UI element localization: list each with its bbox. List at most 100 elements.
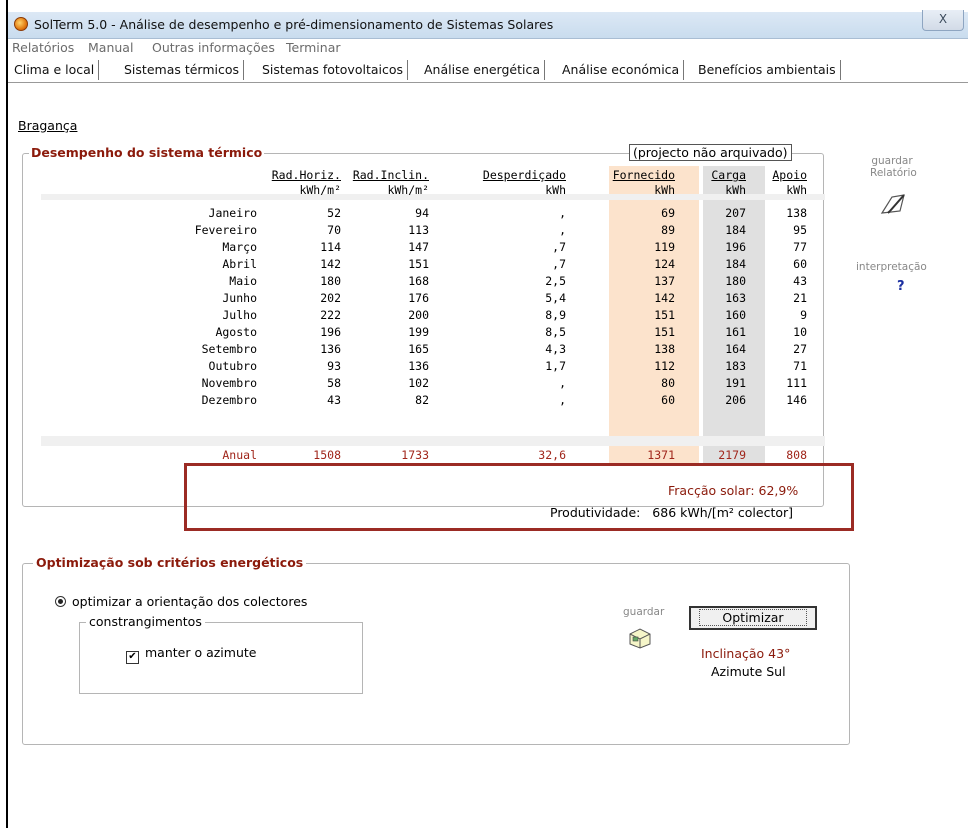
table-cell: 93 <box>327 359 341 373</box>
menu-terminar[interactable]: Terminar <box>286 40 341 55</box>
table-cell: 183 <box>725 359 746 373</box>
constraints-group: constrangimentos ✔ manter o azimute <box>79 614 363 694</box>
table-cell: 80 <box>661 376 675 390</box>
table-cell: 202 <box>320 291 341 305</box>
table-cell: 151 <box>654 308 675 322</box>
tab-beneficios-ambientais[interactable]: Benefícios ambientais <box>694 60 841 80</box>
month-label: Novembro <box>201 376 257 390</box>
report-edit-icon[interactable] <box>878 189 908 219</box>
table-cell: 2,5 <box>545 274 566 288</box>
table-cell: 82 <box>415 393 429 407</box>
table-cell: 95 <box>793 223 807 237</box>
month-label: Agosto <box>215 325 257 339</box>
column-unit: kWh <box>786 183 807 197</box>
table-cell: 222 <box>320 308 341 322</box>
tab-clima-e-local[interactable]: Clima e local <box>10 60 100 80</box>
table-cell: 160 <box>725 308 746 322</box>
month-label: Janeiro <box>208 206 257 220</box>
table-cell: , <box>559 223 566 237</box>
energy-table: Rad.Horiz. Rad.Inclin. Desperdiçado Forneci… <box>41 166 825 466</box>
table-cell: 180 <box>725 274 746 288</box>
keep-azimuth-checkbox[interactable]: ✔ <box>126 651 139 664</box>
month-label: Maio <box>229 274 257 288</box>
annual-cell: 808 <box>786 448 807 462</box>
window-left-border <box>0 0 8 828</box>
table-cell: 4,3 <box>545 342 566 356</box>
table-cell: 206 <box>725 393 746 407</box>
table-cell: 111 <box>786 376 807 390</box>
column-header: Fornecido <box>612 168 675 182</box>
help-icon[interactable]: ? <box>897 279 905 294</box>
inclination-result: Inclinação 43° <box>701 646 791 661</box>
location-link[interactable]: Bragança <box>18 118 77 133</box>
month-label: Setembro <box>201 342 257 356</box>
table-cell: 114 <box>320 240 341 254</box>
menu-outras-informacoes[interactable]: Outras informações <box>152 40 275 55</box>
table-cell: 77 <box>793 240 807 254</box>
guardar-optimization-label: guardar <box>623 606 665 618</box>
column-header: Rad.Horiz. <box>271 168 341 182</box>
table-cell: 8,9 <box>545 308 566 322</box>
table-cell: 10 <box>793 325 807 339</box>
column-unit: kWh <box>654 183 675 197</box>
table-cell: 69 <box>661 206 675 220</box>
table-cell: 94 <box>415 206 429 220</box>
table-cell: 112 <box>654 359 675 373</box>
column-unit: kWh <box>545 183 566 197</box>
table-cell: 137 <box>654 274 675 288</box>
tab-analise-energetica[interactable]: Análise energética <box>420 60 546 80</box>
table-cell: , <box>559 393 566 407</box>
table-cell: 151 <box>408 257 429 271</box>
menu-bar: Relatórios Manual Outras informações Ter… <box>8 39 968 57</box>
table-cell: 184 <box>725 257 746 271</box>
annual-label: Anual <box>222 448 257 462</box>
table-cell: 196 <box>725 240 746 254</box>
table-cell: 52 <box>327 206 341 220</box>
menu-relatorios[interactable]: Relatórios <box>12 40 74 55</box>
close-button[interactable]: X <box>922 10 964 31</box>
annual-separator <box>41 436 825 446</box>
column-unit: kWh <box>725 183 746 197</box>
table-cell: 146 <box>786 393 807 407</box>
tab-sistemas-fotovoltaicos[interactable]: Sistemas fotovoltaicos <box>258 60 409 80</box>
table-cell: 136 <box>408 359 429 373</box>
title-bar: SolTerm 5.0 - Análise de desempenho e pr… <box>8 10 968 39</box>
table-cell: 163 <box>725 291 746 305</box>
table-cell: 199 <box>408 325 429 339</box>
table-cell: 102 <box>408 376 429 390</box>
keep-azimuth-row[interactable]: ✔ manter o azimute <box>126 645 257 664</box>
optimize-button[interactable]: Optimizar <box>689 606 817 630</box>
table-cell: 142 <box>320 257 341 271</box>
column-header: Apoio <box>772 168 807 182</box>
table-cell: 27 <box>793 342 807 356</box>
table-cell: 138 <box>654 342 675 356</box>
guardar-label: guardar <box>871 155 913 167</box>
radio-button[interactable] <box>55 596 66 607</box>
keep-azimuth-label: manter o azimute <box>145 645 257 660</box>
column-header: Carga <box>711 168 746 182</box>
table-cell: 196 <box>320 325 341 339</box>
table-cell: ,7 <box>552 240 566 254</box>
annual-cell: 2179 <box>718 448 746 462</box>
tab-analise-economica[interactable]: Análise económica <box>558 60 685 80</box>
table-cell: 113 <box>408 223 429 237</box>
window-title: SolTerm 5.0 - Análise de desempenho e pr… <box>34 17 554 32</box>
table-cell: , <box>559 376 566 390</box>
table-cell: 207 <box>725 206 746 220</box>
orientation-radio-row[interactable]: optimizar a orientação dos colectores <box>55 594 307 609</box>
table-cell: , <box>559 206 566 220</box>
constraints-title: constrangimentos <box>86 614 205 629</box>
menu-manual[interactable]: Manual <box>88 40 133 55</box>
table-cell: 70 <box>327 223 341 237</box>
thermal-performance-group: Desempenho do sistema térmico (projecto … <box>22 144 825 507</box>
month-label: Abril <box>222 257 257 271</box>
column-header: Desperdiçado <box>482 168 566 182</box>
guardar-relatorio-label: guardar Relatório <box>870 155 917 179</box>
table-cell: 184 <box>725 223 746 237</box>
annual-cell: 1733 <box>401 448 429 462</box>
table-cell: 43 <box>327 393 341 407</box>
tab-sistemas-termicos[interactable]: Sistemas térmicos <box>120 60 245 80</box>
save-disk-icon[interactable] <box>627 626 653 650</box>
table-cell: 21 <box>793 291 807 305</box>
relatorio-label: Relatório <box>870 167 917 179</box>
